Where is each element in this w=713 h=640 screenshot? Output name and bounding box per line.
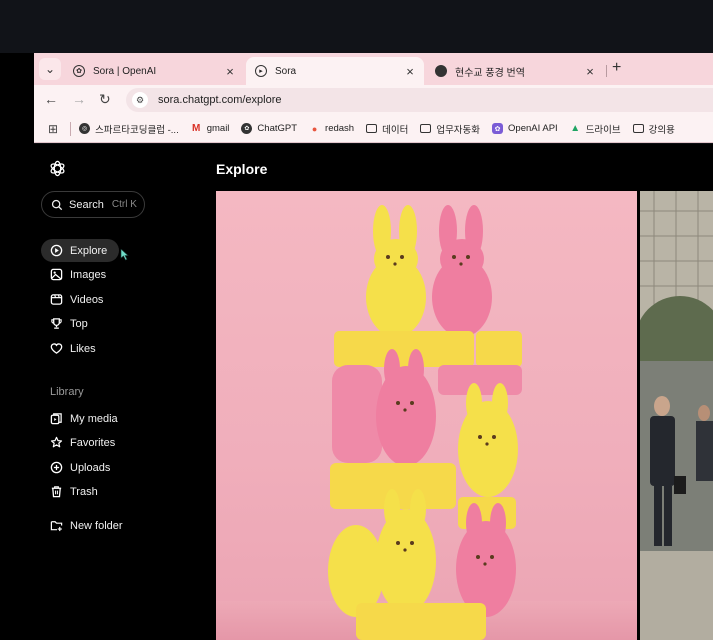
reload-button[interactable]: ↻ <box>99 91 111 108</box>
heart-icon <box>50 343 63 354</box>
tab-title: 현수교 풍경 번역 <box>455 67 525 79</box>
site-settings-icon[interactable]: ⚙ <box>132 92 148 108</box>
bookmarks-separator <box>70 121 72 136</box>
search-label: Search <box>69 198 104 211</box>
nav-top[interactable]: Top <box>41 312 100 335</box>
bookmark-label: 업무자동화 <box>436 124 481 136</box>
openai-icon <box>435 65 447 77</box>
openai-icon: ✿ <box>73 65 85 77</box>
tab-sora-openai[interactable]: ✿ Sora | OpenAI × <box>64 57 244 85</box>
openai-logo-icon[interactable] <box>48 159 67 178</box>
videos-icon <box>50 294 63 305</box>
globe-icon: ◎ <box>79 123 91 134</box>
nav-label: Uploads <box>70 461 111 474</box>
tab-title: Sora <box>275 65 297 77</box>
folder-icon <box>632 124 644 133</box>
new-folder-button[interactable]: New folder <box>41 514 135 537</box>
bookmark-lecture-folder[interactable]: 강의용 <box>632 122 675 136</box>
city-street-image <box>640 191 713 640</box>
close-icon[interactable]: × <box>402 64 418 79</box>
nav-likes[interactable]: Likes <box>41 337 108 360</box>
trash-icon <box>51 486 62 498</box>
explore-icon <box>50 244 63 257</box>
search-button[interactable]: Search Ctrl K <box>41 191 145 218</box>
nav-label: New folder <box>70 519 123 532</box>
library-trash[interactable]: Trash <box>41 480 110 503</box>
gmail-icon: M <box>192 123 201 134</box>
desktop-left-edge <box>0 53 34 640</box>
desktop-top-bar <box>0 0 713 53</box>
bookmarks-bar: ⊞ ◎ 스파르타코딩클럽 -... Mgmail ✿ ChatGPT ● redash… <box>34 115 713 143</box>
address-bar[interactable]: ⚙ sora.chatgpt.com/explore <box>126 88 713 112</box>
tab-search-button[interactable]: ⌄ <box>39 58 61 80</box>
close-icon[interactable]: × <box>222 64 238 79</box>
library-uploads[interactable]: Uploads <box>41 456 122 479</box>
nav-label: Trash <box>70 485 98 498</box>
search-shortcut: Ctrl K <box>111 199 137 210</box>
new-tab-button[interactable]: + <box>612 59 621 77</box>
bookmark-label: redash <box>325 123 355 134</box>
folder-icon <box>420 124 432 133</box>
nav-label: Images <box>70 268 107 281</box>
tab-sora[interactable]: ▸ Sora × <box>246 57 424 85</box>
apps-grid-icon[interactable]: ⊞ <box>48 122 58 136</box>
bookmark-automation-folder[interactable]: 업무자동화 <box>420 122 480 136</box>
sora-icon: ▸ <box>255 65 267 77</box>
openai-icon: ✿ <box>241 123 253 134</box>
folder-icon <box>366 124 378 133</box>
images-icon <box>50 268 63 281</box>
nav-label: Top <box>70 317 88 330</box>
trophy-icon <box>51 318 62 329</box>
peeps-tower-image <box>216 205 637 640</box>
bookmark-sparta[interactable]: ◎ 스파르타코딩클럽 -... <box>79 122 179 136</box>
browser-window: ⌄ ✿ Sora | OpenAI × ▸ Sora × 현수교 풍경 번역 ×… <box>34 53 713 640</box>
drive-icon: ▲ <box>570 123 581 134</box>
bookmark-label: 드라이브 <box>585 124 621 136</box>
nav-label: Likes <box>70 342 96 355</box>
sora-app: Search Ctrl K Explore Images Videos Top … <box>34 144 713 640</box>
bookmark-drive[interactable]: ▲ 드라이브 <box>570 122 621 136</box>
bookmark-data-folder[interactable]: 데이터 <box>366 122 408 136</box>
new-folder-icon <box>50 521 63 532</box>
bookmark-label: ChatGPT <box>257 123 298 134</box>
bookmark-label: 강의용 <box>648 124 675 136</box>
forward-button[interactable]: → <box>72 91 86 107</box>
nav-label: Explore <box>70 244 108 257</box>
nav-images[interactable]: Images <box>41 263 118 286</box>
tab-strip: ⌄ ✿ Sora | OpenAI × ▸ Sora × 현수교 풍경 번역 ×… <box>34 53 713 85</box>
url-text: sora.chatgpt.com/explore <box>158 94 282 106</box>
bookmark-label: 데이터 <box>382 124 409 136</box>
star-icon <box>50 436 63 448</box>
nav-label: My media <box>70 412 118 425</box>
bookmark-label: gmail <box>206 123 230 134</box>
feed-card-peeps-tower[interactable] <box>216 191 637 640</box>
bookmark-redash[interactable]: ● redash <box>309 123 354 134</box>
back-button[interactable]: ← <box>44 91 58 107</box>
page-title: Explore <box>216 161 268 177</box>
bookmark-openai-api[interactable]: ✿ OpenAI API <box>492 123 558 134</box>
bookmark-chatgpt[interactable]: ✿ ChatGPT <box>241 123 297 134</box>
nav-explore[interactable]: Explore <box>41 239 120 262</box>
nav-label: Videos <box>70 293 104 306</box>
tab-separator <box>606 65 607 77</box>
nav-label: Favorites <box>70 436 116 449</box>
upload-icon <box>50 461 63 474</box>
bookmark-label: OpenAI API <box>508 123 558 134</box>
redash-icon: ● <box>311 123 318 134</box>
search-icon <box>51 199 63 210</box>
library-my-media[interactable]: My media <box>41 407 130 430</box>
library-heading: Library <box>50 386 84 398</box>
library-favorites[interactable]: Favorites <box>41 431 127 454</box>
tab-translation[interactable]: 현수교 풍경 번역 × <box>426 57 604 85</box>
tab-title: Sora | OpenAI <box>93 65 157 77</box>
nav-videos[interactable]: Videos <box>41 288 115 311</box>
browser-toolbar: ← → ↻ ⚙ sora.chatgpt.com/explore <box>34 85 713 115</box>
bookmark-gmail[interactable]: Mgmail <box>191 123 230 134</box>
close-icon[interactable]: × <box>582 64 598 79</box>
openai-api-icon: ✿ <box>492 123 504 134</box>
media-icon <box>50 413 62 425</box>
bookmark-label: 스파르타코딩클럽 -... <box>95 124 179 136</box>
feed-card-city-street[interactable] <box>640 191 713 640</box>
mouse-cursor-icon <box>120 249 129 261</box>
